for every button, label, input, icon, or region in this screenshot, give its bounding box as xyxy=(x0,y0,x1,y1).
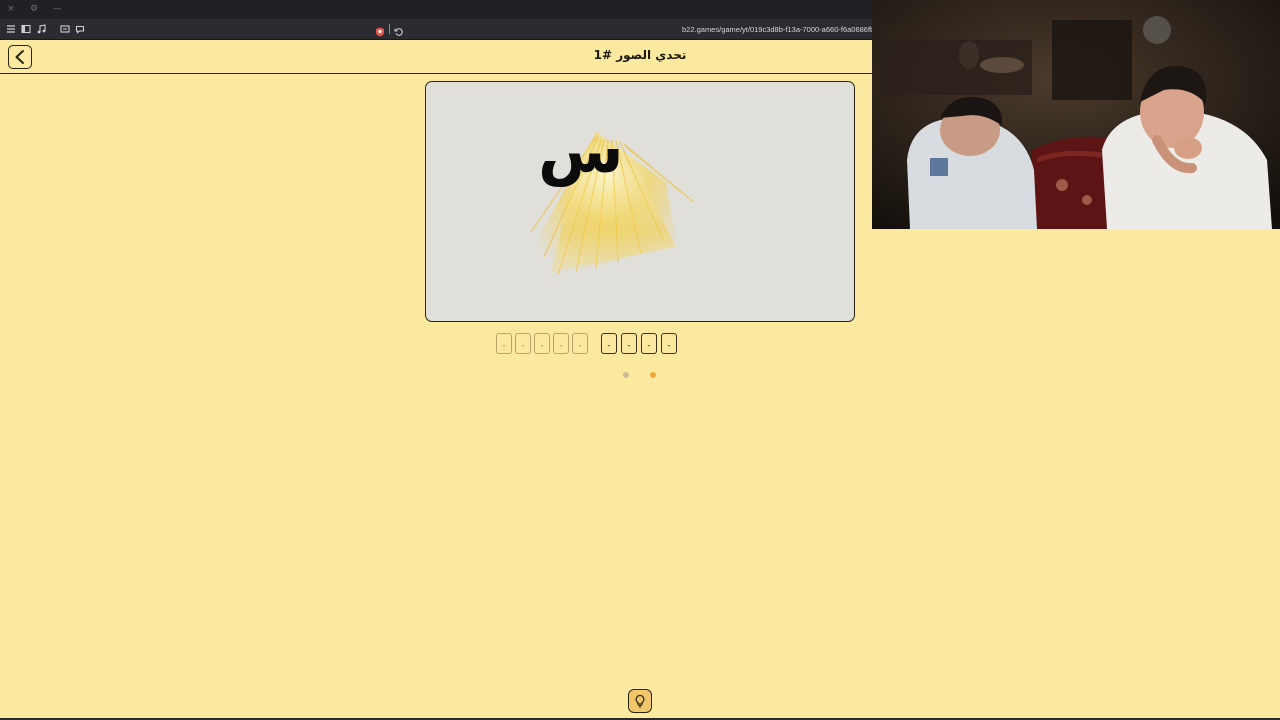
music-icon[interactable] xyxy=(35,23,47,35)
answer-slot-active[interactable]: - xyxy=(641,333,657,354)
page-title: تحدي الصور #1 xyxy=(593,48,687,62)
answer-slot[interactable]: - xyxy=(534,333,550,354)
lightbulb-icon xyxy=(635,694,645,708)
reload-icon[interactable] xyxy=(393,23,405,36)
back-arrow-icon xyxy=(15,50,24,64)
webcam-scene-image xyxy=(872,0,1280,229)
close-window-icon[interactable]: × xyxy=(6,4,16,14)
menu-icon[interactable] xyxy=(5,23,17,35)
browser-titlebar: × ⚙ — xyxy=(0,0,872,19)
settings-window-icon[interactable]: ⚙ xyxy=(29,4,39,14)
answer-slot[interactable]: - xyxy=(515,333,531,354)
progress-dot-active[interactable] xyxy=(650,372,656,378)
sidebar-icon[interactable] xyxy=(20,23,32,35)
puzzle-image-letter: س xyxy=(538,114,624,187)
light-rays-image xyxy=(530,132,695,277)
answer-slot-active[interactable]: - xyxy=(621,333,637,354)
page-header: تحدي الصور #1 xyxy=(0,40,872,74)
progress-dot-inactive[interactable] xyxy=(623,372,629,378)
webcam-video xyxy=(872,0,1280,229)
back-button[interactable] xyxy=(8,45,32,69)
minimize-window-icon[interactable]: — xyxy=(52,4,62,14)
hint-button[interactable] xyxy=(628,689,652,713)
answer-slot[interactable]: - xyxy=(553,333,569,354)
address-bar[interactable]: b22.games/game/yt/019c3d8b-f13a-7000-a66… xyxy=(682,23,872,36)
puzzle-image-card xyxy=(425,81,855,322)
screen: × ⚙ — b22.games/game/yt/019c3d8b-f13a-70… xyxy=(0,0,1280,720)
answer-slot[interactable]: - xyxy=(496,333,512,354)
answer-slot[interactable]: - xyxy=(572,333,588,354)
extension-icon[interactable] xyxy=(374,23,386,37)
answer-slot-active[interactable]: - xyxy=(661,333,677,354)
chat-icon[interactable] xyxy=(74,23,86,35)
answer-slot-active[interactable]: - xyxy=(601,333,617,354)
browser-toolbar: b22.games/game/yt/019c3d8b-f13a-7000-a66… xyxy=(0,19,872,40)
toolbar-divider xyxy=(389,24,390,34)
tabs-icon[interactable] xyxy=(59,23,71,35)
